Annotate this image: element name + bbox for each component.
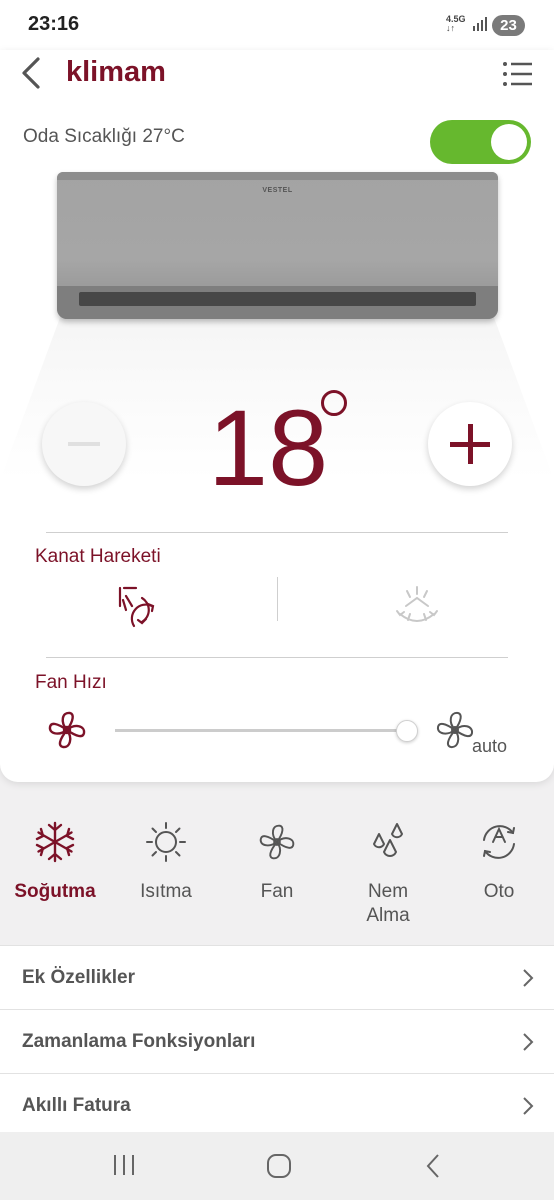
- divider: [46, 657, 508, 658]
- mode-fan[interactable]: Fan: [222, 820, 332, 904]
- chevron-right-icon: [523, 1033, 534, 1051]
- status-bar: 23:16 4.5G ↓↑ 23: [0, 0, 554, 50]
- power-toggle[interactable]: [430, 120, 531, 164]
- fan-speed-track[interactable]: [115, 729, 407, 732]
- menu-row-extra-features[interactable]: Ek Özellikler: [0, 945, 554, 1009]
- chevron-right-icon: [523, 969, 534, 987]
- mode-label: Fan: [260, 881, 294, 902]
- degree-symbol: [321, 390, 347, 416]
- room-temperature: Oda Sıcaklığı 27°C: [23, 126, 185, 147]
- ac-vent: [79, 292, 476, 306]
- mode-dehumidify[interactable]: Nem Alma: [333, 820, 443, 928]
- mode-auto[interactable]: Oto: [444, 820, 554, 904]
- mode-cooling[interactable]: Soğutma: [0, 820, 110, 904]
- mode-heating[interactable]: Isıtma: [111, 820, 221, 904]
- sun-icon: [146, 822, 186, 862]
- mode-label: Soğutma: [14, 881, 96, 902]
- network-type: 4.5G ↓↑: [446, 14, 466, 33]
- auto-mode-icon: [483, 825, 515, 859]
- signal-icon: [473, 17, 487, 31]
- ac-unit-image: VESTEL: [57, 172, 498, 319]
- set-temperature: 18: [208, 387, 329, 508]
- toggle-knob: [491, 124, 527, 160]
- ac-brand-logo: VESTEL: [262, 187, 293, 194]
- menu-list-icon[interactable]: [502, 60, 534, 88]
- mode-label: Isıtma: [140, 881, 192, 902]
- battery-indicator: 23: [492, 15, 525, 36]
- recent-apps-icon[interactable]: [112, 1154, 136, 1176]
- swing-horizontal-icon[interactable]: [114, 584, 162, 630]
- ac-top-edge: [57, 172, 498, 180]
- increase-temp-button[interactable]: [428, 402, 512, 486]
- swing-divider: [277, 577, 278, 621]
- swing-label: Kanat Hareketi: [35, 546, 161, 567]
- mode-label: Nem Alma: [366, 881, 410, 926]
- divider: [46, 532, 508, 533]
- status-time: 23:16: [28, 13, 80, 35]
- back-arrow-icon[interactable]: [16, 56, 46, 90]
- page-title: klimam: [66, 56, 166, 88]
- menu-row-label: Ek Özellikler: [22, 967, 136, 988]
- home-icon[interactable]: [266, 1153, 292, 1179]
- swing-vertical-icon[interactable]: [394, 584, 440, 630]
- nav-back-icon[interactable]: [424, 1153, 442, 1179]
- menu-row-scheduling[interactable]: Zamanlama Fonksiyonları: [0, 1009, 554, 1073]
- menu-row-label: Akıllı Fatura: [22, 1095, 131, 1116]
- fan-low-icon: [48, 711, 86, 749]
- minus-icon: [68, 442, 100, 446]
- mode-label: Oto: [483, 881, 515, 902]
- snowflake-icon: [35, 821, 75, 863]
- fan-speed-label: Fan Hızı: [35, 672, 107, 693]
- fan-speed-thumb[interactable]: [396, 720, 418, 742]
- fan-icon: [259, 824, 295, 860]
- fan-auto-label: auto: [472, 736, 508, 756]
- chevron-right-icon: [523, 1097, 534, 1115]
- decrease-temp-button[interactable]: [42, 402, 126, 486]
- menu-row-smart-bill[interactable]: Akıllı Fatura: [0, 1073, 554, 1137]
- menu-row-label: Zamanlama Fonksiyonları: [22, 1031, 256, 1052]
- droplets-icon: [373, 823, 403, 857]
- system-nav-bar: [0, 1132, 554, 1200]
